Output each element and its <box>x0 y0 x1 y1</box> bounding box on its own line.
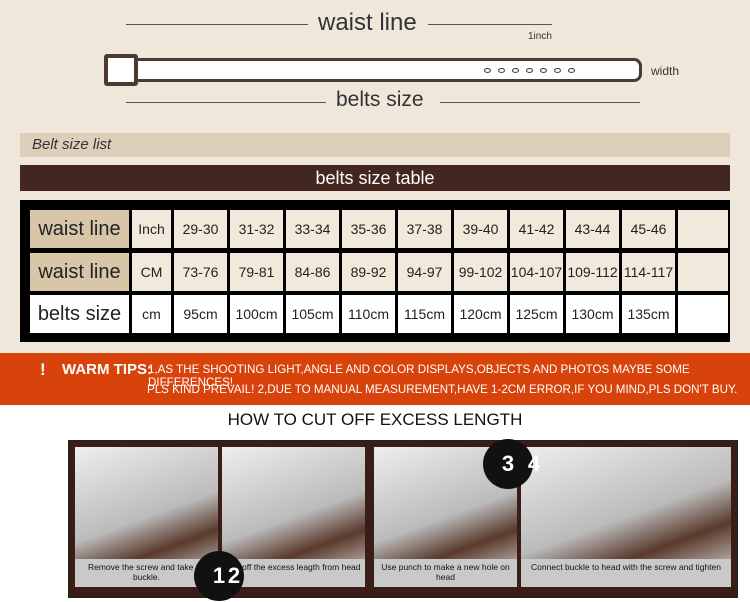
row-unit: cm <box>132 295 171 333</box>
row-unit: CM <box>132 253 171 291</box>
table-cell: 79-81 <box>230 253 283 291</box>
warm-tips-banner: ! WARM TIPS: 1,AS THE SHOOTING LIGHT,ANG… <box>0 353 750 405</box>
belt-hole <box>484 68 491 73</box>
belt-hole <box>526 68 533 73</box>
table-cell <box>678 295 728 333</box>
table-title: belts size table <box>20 165 730 191</box>
table-cell: 45-46 <box>622 210 675 248</box>
table-cell: 84-86 <box>286 253 339 291</box>
step-2-number: 2 <box>227 563 241 588</box>
row-unit: Inch <box>132 210 171 248</box>
table-cell: 73-76 <box>174 253 227 291</box>
waist-line-label: waist line <box>318 9 417 36</box>
table-cell: 105cm <box>286 295 339 333</box>
table-cell: 99-102 <box>454 253 507 291</box>
belt-hole <box>512 68 519 73</box>
table-cell: 114-117 <box>622 253 675 291</box>
belt-size-list-header: Belt size list <box>20 133 730 157</box>
belt-hole <box>568 68 575 73</box>
width-label: width <box>651 64 680 78</box>
table-row: waist line CM 73-76 79-81 84-86 89-92 94-97 99-… <box>30 253 728 291</box>
table-cell: 104-107 <box>510 253 563 291</box>
belt-hole <box>540 68 547 73</box>
waist-line-arrow <box>126 24 308 25</box>
belts-size-arrow-right <box>440 102 640 103</box>
table-cell: 94-97 <box>398 253 451 291</box>
table-cell: 43-44 <box>566 210 619 248</box>
belt-illustration <box>110 58 642 82</box>
warning-icon: ! <box>40 360 46 379</box>
table-cell: 35-36 <box>342 210 395 248</box>
buckle-illustration <box>104 54 138 86</box>
table-cell: 39-40 <box>454 210 507 248</box>
table-cell: 95cm <box>174 295 227 333</box>
table-cell <box>678 253 728 291</box>
row-label: waist line <box>30 210 129 248</box>
table-cell: 100cm <box>230 295 283 333</box>
waist-line-arrow-right <box>428 24 552 25</box>
table-cell: 115cm <box>398 295 451 333</box>
table-cell: 89-92 <box>342 253 395 291</box>
step-4-caption: Connect buckle to head with the screw an… <box>521 559 731 587</box>
row-label: waist line <box>30 253 129 291</box>
belt-hole <box>498 68 505 73</box>
tips-title: WARM TIPS: <box>62 361 152 378</box>
table-cell: 120cm <box>454 295 507 333</box>
table-cell <box>678 210 728 248</box>
howto-title: HOW TO CUT OFF EXCESS LENGTH <box>227 410 523 429</box>
table-cell: 37-38 <box>398 210 451 248</box>
steps-panel: Remove the screw and take off buckle. Cu… <box>68 439 738 601</box>
belt-hole <box>554 68 561 73</box>
row-label: belts size <box>30 295 129 333</box>
table-cell: 109-112 <box>566 253 619 291</box>
table-cell: 41-42 <box>510 210 563 248</box>
table-cell: 110cm <box>342 295 395 333</box>
belts-size-arrow <box>126 102 326 103</box>
table-cell: 33-34 <box>286 210 339 248</box>
table-cell: 125cm <box>510 295 563 333</box>
step-3-caption: Use punch to make a new hole on head <box>374 559 517 587</box>
table-cell: 31-32 <box>230 210 283 248</box>
table-row: waist line Inch 29-30 31-32 33-34 35-36 37-38 3… <box>30 210 728 248</box>
step-4-number: 4 <box>527 451 541 476</box>
size-table: waist line Inch 29-30 31-32 33-34 35-36 37-38 3… <box>20 200 730 342</box>
one-inch-label: 1inch <box>528 31 552 42</box>
belts-size-label: belts size <box>336 88 424 111</box>
table-cell: 130cm <box>566 295 619 333</box>
table-cell: 29-30 <box>174 210 227 248</box>
table-cell: 135cm <box>622 295 675 333</box>
tips-line-2: PLS KIND PREVAIL! 2,DUE TO MANUAL MEASUR… <box>147 383 738 396</box>
table-row: belts size cm 95cm 100cm 105cm 110cm 115cm 120c… <box>30 295 728 333</box>
